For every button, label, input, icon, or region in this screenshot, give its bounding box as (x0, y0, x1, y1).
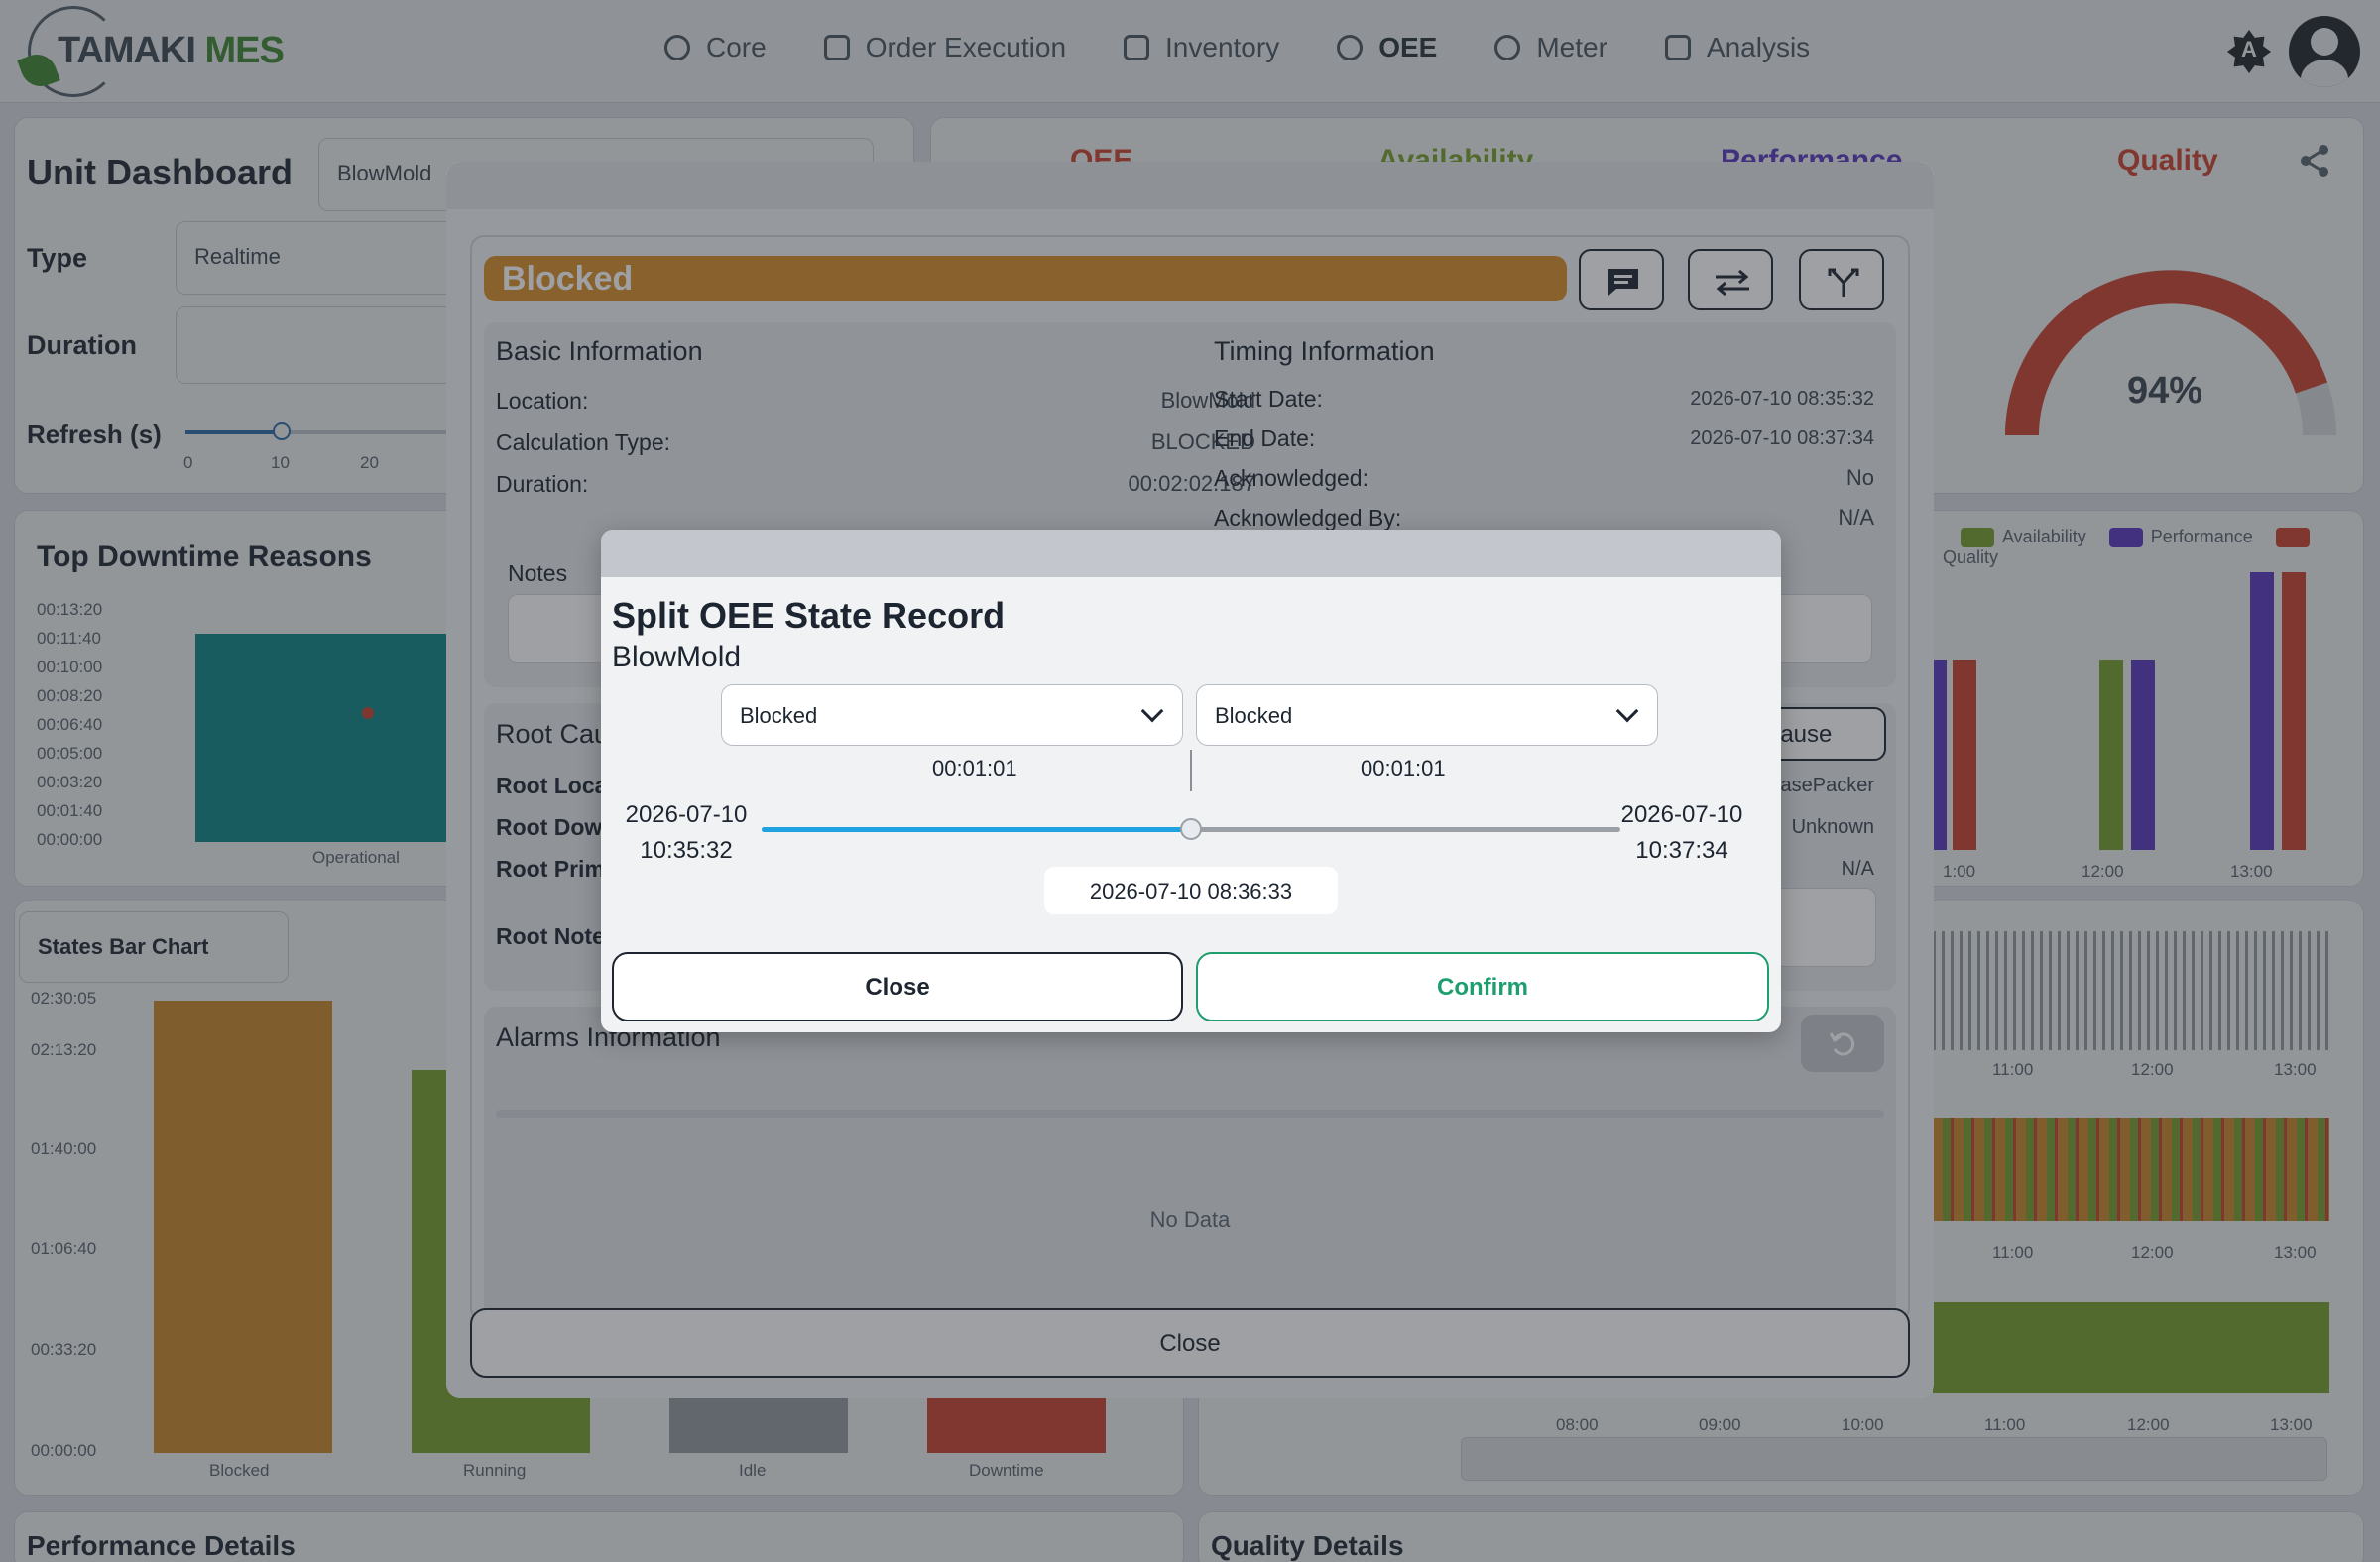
split-subtitle: BlowMold (612, 641, 742, 673)
range-end-time: 10:37:34 (1635, 837, 1728, 864)
chevron-down-icon (1140, 699, 1164, 723)
split-slider-thumb[interactable] (1180, 818, 1202, 840)
split-close-button[interactable]: Close (612, 952, 1183, 1021)
split-title: Split OEE State Record (612, 595, 1006, 636)
split-record-modal: Split OEE State Record BlowMold Blocked … (601, 530, 1781, 1032)
left-duration: 00:01:01 (932, 756, 1017, 781)
range-start-time: 10:35:32 (640, 837, 733, 864)
split-divider (1190, 750, 1192, 791)
chevron-down-icon (1615, 699, 1639, 723)
split-modal-header (601, 530, 1781, 577)
left-state-select[interactable]: Blocked (721, 684, 1183, 746)
range-end-date: 2026-07-10 (1620, 801, 1743, 828)
range-start-date: 2026-07-10 (625, 801, 748, 828)
split-time-readout: 2026-07-10 08:36:33 (1044, 867, 1338, 914)
range-end: 2026-07-10 10:37:34 (1620, 797, 1743, 869)
split-slider-fill (762, 827, 1191, 832)
right-state-select[interactable]: Blocked (1196, 684, 1658, 746)
split-confirm-button[interactable]: Confirm (1196, 952, 1769, 1021)
range-start: 2026-07-10 10:35:32 (625, 797, 748, 869)
right-duration: 00:01:01 (1361, 756, 1446, 781)
